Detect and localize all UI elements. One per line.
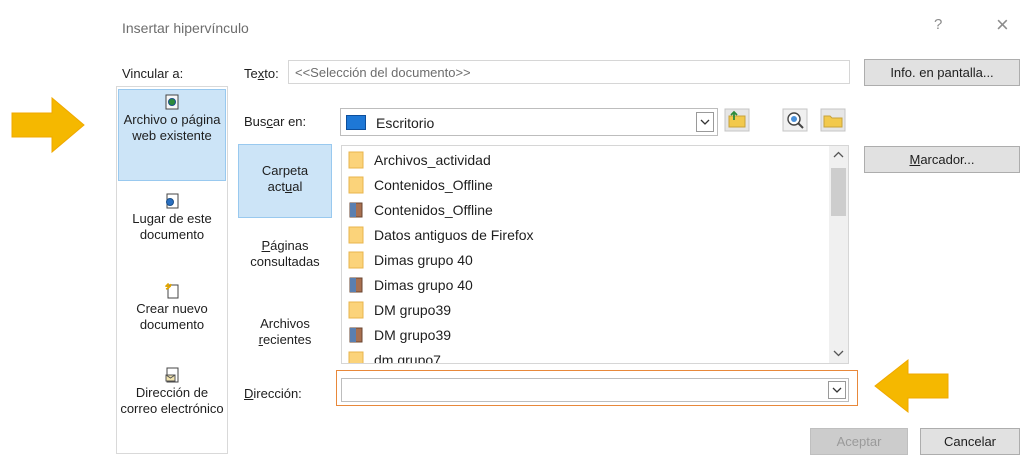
list-item-label: Contenidos_Offline [374,177,493,193]
list-item-label: Archivos_actividad [374,152,491,168]
folder-icon [348,351,364,363]
screen-tip-label: Info. en pantalla... [890,65,994,80]
list-item-label: dm grupo7 [374,352,441,364]
address-label: Dirección: [244,386,302,401]
look-in-label: Buscar en: [244,114,307,129]
screen-tip-button[interactable]: Info. en pantalla... [864,59,1020,86]
folder-icon [348,151,364,169]
close-button[interactable]: × [996,12,1009,38]
nav-item-existing-file[interactable]: Archivo o página web existente [118,89,226,181]
list-item-label: Dimas grupo 40 [374,252,473,268]
folder-icon [348,301,364,319]
pointer-arrow-right-icon [874,358,949,414]
scroll-up-icon[interactable] [832,150,845,160]
list-item[interactable]: Contenidos_Offline [348,173,493,197]
link-to-label: Vincular a: [122,66,184,81]
file-list[interactable]: Archivos_actividad Contenidos_Offline Co… [341,145,849,364]
list-item[interactable]: Dimas grupo 40 [348,273,473,297]
browse-web-button[interactable] [782,108,810,134]
desktop-icon [346,115,366,130]
nav-item-email[interactable]: Dirección de correo electrónico [118,367,226,447]
document-place-icon [166,193,179,209]
bookmark-label: Marcador... [909,152,975,167]
list-item-label: Contenidos_Offline [374,202,493,218]
tab-recent-files[interactable]: Archivos recientes [238,316,332,358]
nav-item-email-label: Dirección de correo electrónico [120,385,224,416]
archive-icon [349,277,363,293]
scrollbar-thumb[interactable] [831,168,846,216]
tab-recent-files-label: Archivos recientes [258,316,312,347]
bookmark-button[interactable]: Marcador... [864,146,1020,173]
nav-item-new-document[interactable]: Crear nuevo documento [118,283,226,347]
text-field[interactable]: <<Selección del documento>> [288,60,850,84]
open-folder-icon [820,108,846,132]
list-item[interactable]: Contenidos_Offline [348,198,493,222]
list-item[interactable]: Datos antiguos de Firefox [348,223,534,247]
list-item[interactable]: Dimas grupo 40 [348,248,473,272]
help-button[interactable]: ? [934,16,942,33]
tab-current-folder[interactable]: Carpeta actual [238,144,332,218]
list-item-label: DM grupo39 [374,302,452,318]
list-item[interactable]: dm grupo7 [348,348,441,364]
browse-pane: Carpeta actual Páginas consultadas Archivo… [238,142,336,358]
address-field[interactable] [341,378,849,402]
file-list-scrollbar[interactable] [829,146,848,363]
dialog-title: Insertar hipervínculo [122,20,249,36]
look-in-dropdown-button[interactable] [696,112,714,132]
nav-item-new-document-label: Crear nuevo documento [136,301,208,332]
web-file-icon [165,94,179,110]
archive-icon [349,202,363,218]
ok-button[interactable]: Aceptar [810,428,908,455]
list-item-label: DM grupo39 [374,327,452,343]
nav-item-existing-file-label: Archivo o página web existente [123,112,221,143]
list-item-label: Dimas grupo 40 [374,277,473,293]
link-to-pane: Archivo o página web existente Lugar de … [116,86,228,454]
list-item[interactable]: DM grupo39 [348,298,451,322]
text-label: Texto: [244,66,279,81]
chevron-down-icon [700,119,710,125]
list-item[interactable]: DM grupo39 [348,323,451,347]
email-icon [165,367,179,383]
folder-icon [348,176,364,194]
look-in-dropdown[interactable]: Escritorio [340,108,718,136]
nav-item-place-in-document-label: Lugar de este documento [132,211,212,242]
text-field-value: <<Selección del documento>> [295,65,471,80]
folder-icon [348,226,364,244]
list-item-label: Datos antiguos de Firefox [374,227,534,243]
address-dropdown-button[interactable] [828,381,846,399]
up-folder-button[interactable] [724,108,752,134]
list-item[interactable]: Archivos_actividad [348,148,491,172]
pointer-arrow-left-icon [11,96,85,154]
tab-browsed-pages-label: Páginas consultadas [250,238,320,269]
tab-browsed-pages[interactable]: Páginas consultadas [238,238,332,280]
browse-file-button[interactable] [820,108,848,134]
new-document-icon [165,283,179,299]
cancel-button[interactable]: Cancelar [920,428,1020,455]
archive-icon [349,327,363,343]
tab-current-folder-label: Carpeta actual [261,163,309,194]
ok-label: Aceptar [836,434,882,449]
browse-web-icon [782,108,808,132]
chevron-down-icon [832,387,842,393]
look-in-value: Escritorio [376,115,435,131]
up-folder-icon [724,108,750,132]
scroll-down-icon[interactable] [832,348,845,358]
cancel-label: Cancelar [943,434,997,449]
folder-icon [348,251,364,269]
nav-item-place-in-document[interactable]: Lugar de este documento [118,193,226,257]
